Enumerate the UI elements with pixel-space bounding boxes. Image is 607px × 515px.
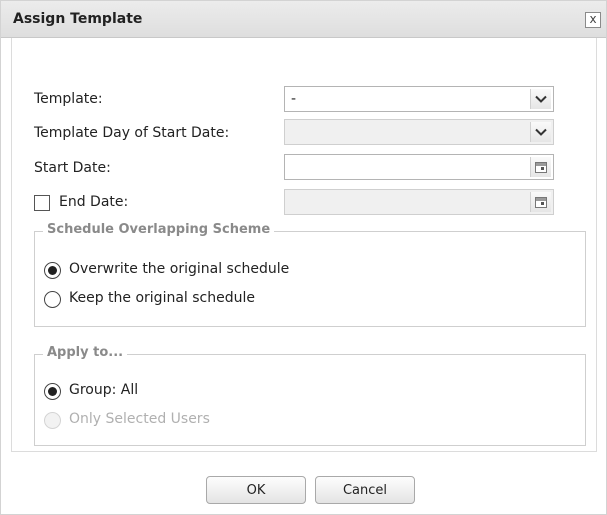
overwrite-radio[interactable] [44, 262, 61, 279]
template-label: Template: [34, 91, 103, 107]
end-date-checkbox[interactable] [34, 195, 50, 211]
template-select[interactable]: - [284, 86, 554, 112]
template-select-value: - [291, 91, 297, 107]
ok-button[interactable]: OK [206, 476, 306, 504]
keep-original-label: Keep the original schedule [69, 290, 255, 306]
selected-users-radio[interactable] [44, 412, 61, 429]
close-icon[interactable]: x [585, 12, 601, 28]
keep-original-radio[interactable] [44, 291, 61, 308]
chevron-down-icon [535, 128, 547, 136]
dialog-title: Assign Template [13, 11, 143, 27]
apply-to-group: Apply to... Group: All Only Selected Use… [34, 345, 586, 446]
overlap-scheme-legend: Schedule Overlapping Scheme [43, 222, 275, 237]
group-all-radio[interactable] [44, 383, 61, 400]
apply-to-legend: Apply to... [43, 345, 128, 360]
cancel-button[interactable]: Cancel [315, 476, 415, 504]
template-dropdown-button[interactable] [530, 89, 551, 109]
end-date-calendar-button[interactable] [530, 192, 551, 212]
chevron-down-icon [535, 95, 547, 103]
dialog-titlebar: Assign Template x [1, 1, 606, 38]
overwrite-label: Overwrite the original schedule [69, 261, 290, 277]
group-all-label: Group: All [69, 382, 139, 398]
assign-template-dialog: Assign Template x Template: - Template D… [0, 0, 607, 515]
end-date-field[interactable] [284, 189, 554, 215]
start-date-label: Start Date: [34, 160, 111, 176]
calendar-icon [535, 161, 547, 173]
template-day-select[interactable] [284, 119, 554, 145]
calendar-icon [535, 196, 547, 208]
template-day-label: Template Day of Start Date: [34, 125, 230, 141]
end-date-label: End Date: [59, 194, 129, 210]
template-day-dropdown-button[interactable] [530, 122, 551, 142]
dialog-footer: OK Cancel [1, 467, 606, 514]
selected-users-label: Only Selected Users [69, 411, 210, 427]
dialog-body: Template: - Template Day of Start Date: … [11, 38, 597, 452]
start-date-field[interactable] [284, 154, 554, 180]
start-date-calendar-button[interactable] [530, 157, 551, 177]
overlap-scheme-group: Schedule Overlapping Scheme Overwrite th… [34, 222, 586, 327]
